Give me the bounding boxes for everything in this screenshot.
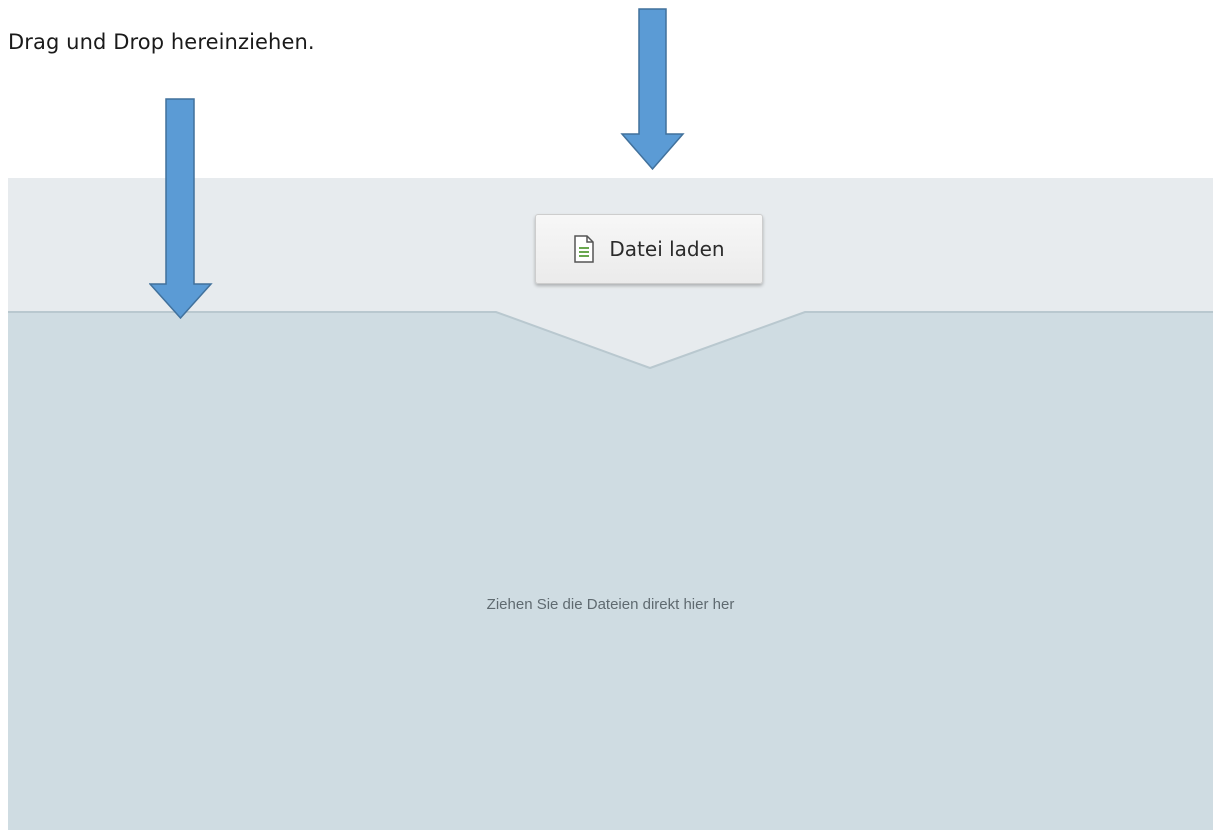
- instruction-text: Drag und Drop hereinziehen.: [8, 30, 315, 54]
- load-file-button[interactable]: Datei laden: [535, 214, 763, 284]
- load-file-button-label: Datei laden: [609, 237, 725, 261]
- document-icon: [573, 235, 595, 263]
- drop-hint-text: Ziehen Sie die Dateien direkt hier her: [486, 596, 735, 613]
- page: Drag und Drop hereinziehen. Datei laden …: [0, 0, 1213, 830]
- upload-dropzone[interactable]: Datei laden Ziehen Sie die Dateien direk…: [8, 178, 1213, 830]
- down-arrow-icon: [620, 8, 685, 171]
